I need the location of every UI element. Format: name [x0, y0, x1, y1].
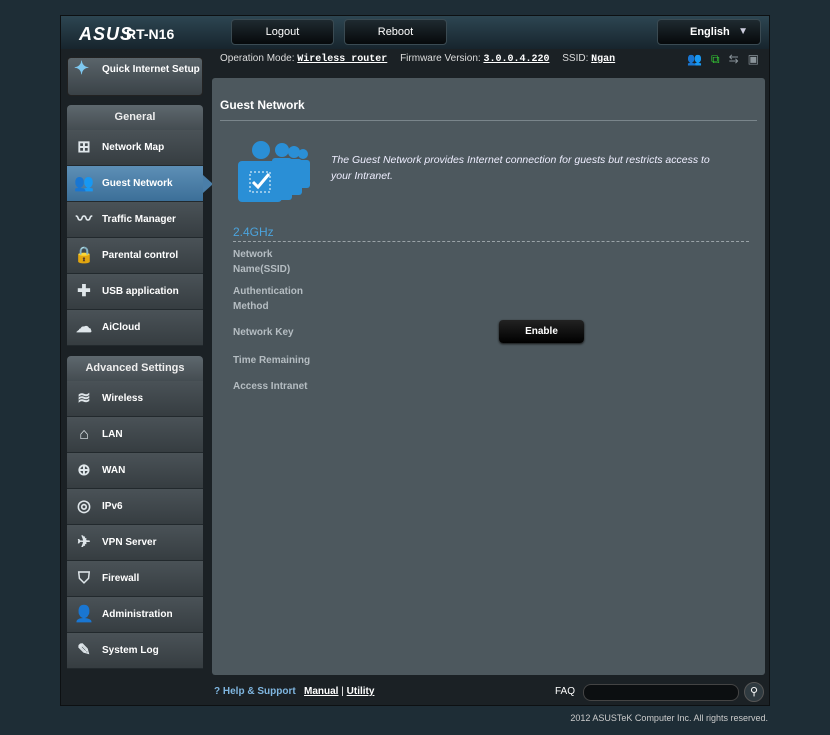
router-window: ASUS RT-N16 Logout Reboot English ▼ Opera… — [60, 15, 770, 706]
sidebar-item-administration[interactable]: 👤 Administration — [67, 597, 203, 633]
sidebar-item-lan[interactable]: ⌂ LAN — [67, 417, 203, 453]
label-auth: Authentication Method — [233, 286, 303, 312]
footer-links: ? Help & Support Manual | Utility — [214, 686, 374, 697]
logout-button[interactable]: Logout — [231, 19, 334, 45]
label-network-key: Network Key — [233, 327, 294, 338]
separator: | — [341, 686, 344, 697]
sidebar-item-firewall[interactable]: ⛉ Firewall — [67, 561, 203, 597]
sidebar-item-network-map[interactable]: ⊞ Network Map — [67, 130, 203, 166]
shield-icon: ⛉ — [77, 570, 90, 587]
label-time-remaining: Time Remaining — [233, 355, 311, 366]
item-label: Parental control — [102, 250, 179, 261]
label-access-intranet: Access Intranet — [233, 381, 308, 392]
item-label: Administration — [102, 609, 173, 620]
log-icon: ✎ — [77, 642, 91, 659]
language-select[interactable]: English ▼ — [657, 19, 761, 45]
firmware-link[interactable]: 3.0.0.4.220 — [483, 54, 549, 65]
sidebar-item-ipv6[interactable]: ◎ IPv6 — [67, 489, 203, 525]
sidebar-item-guest-network[interactable]: 👥 Guest Network — [67, 166, 213, 202]
globe-icon: ⊕ — [77, 462, 91, 479]
model-name: RT-N16 — [126, 26, 175, 42]
home-icon: ⌂ — [79, 426, 89, 443]
enable-button[interactable]: Enable — [499, 320, 584, 343]
item-label: Guest Network — [102, 178, 173, 189]
general-header: General — [67, 105, 203, 130]
manual-link[interactable]: Manual — [304, 686, 338, 697]
item-label: USB application — [102, 286, 179, 297]
ssid-link[interactable]: Ngan — [591, 54, 615, 65]
sidebar-item-vpn-server[interactable]: ✈ VPN Server — [67, 525, 203, 561]
wifi-icon: ≋ — [77, 390, 91, 407]
op-mode-link[interactable]: Wireless router — [297, 54, 387, 65]
op-mode-label: Operation Mode: — [220, 53, 295, 64]
guest-network-icon: 👥 — [74, 175, 94, 192]
top-bar: ASUS RT-N16 Logout Reboot English ▼ — [61, 16, 769, 49]
band-divider — [233, 241, 749, 242]
sidebar-item-wireless[interactable]: ≋ Wireless — [67, 381, 203, 417]
item-label: System Log — [102, 645, 159, 656]
clients-icon[interactable]: 👥 — [687, 52, 702, 67]
sidebar-item-parental-control[interactable]: 🔒 Parental control — [67, 238, 203, 274]
item-label: Network Map — [102, 142, 165, 153]
chevron-down-icon: ▼ — [738, 26, 748, 37]
asus-logo: ASUS — [79, 24, 134, 44]
sidebar-item-system-log[interactable]: ✎ System Log — [67, 633, 203, 669]
help-support-link[interactable]: Help & Support — [223, 686, 296, 697]
firmware-label: Firmware Version: — [400, 53, 481, 64]
quick-internet-setup-button[interactable]: ✦ Quick Internet Setup — [67, 57, 203, 96]
main-panel: Guest Network The Guest Network provides… — [212, 78, 765, 675]
sidebar-item-traffic-manager[interactable]: 〰 Traffic Manager — [67, 202, 203, 238]
language-value: English — [690, 26, 730, 38]
faq-search-input[interactable] — [583, 684, 739, 701]
sidebar-item-aicloud[interactable]: ☁ AiCloud — [67, 310, 203, 346]
ipv6-icon: ◎ — [77, 498, 91, 515]
search-icon[interactable]: ⚲ — [744, 682, 764, 702]
general-menu: General ⊞ Network Map 👥 Guest Network 〰 Tra… — [67, 105, 213, 346]
item-label: AiCloud — [102, 322, 141, 333]
description: The Guest Network provides Internet conn… — [331, 154, 710, 182]
item-label: IPv6 — [102, 501, 123, 512]
title-divider — [220, 120, 757, 121]
sidebar-item-wan[interactable]: ⊕ WAN — [67, 453, 203, 489]
usb-icon[interactable]: ⇆ — [729, 52, 739, 67]
advanced-menu: Advanced Settings ≋ Wireless ⌂ LAN ⊕ WAN ◎ I… — [67, 356, 203, 669]
label-ssid: Network Name(SSID) — [233, 249, 291, 275]
cloud-icon: ☁ — [76, 319, 92, 336]
lock-icon: 🔒 — [74, 247, 94, 264]
advanced-header: Advanced Settings — [67, 356, 203, 381]
network-map-icon: ⊞ — [77, 139, 91, 156]
guest-users-icon — [238, 141, 310, 202]
sidebar-item-usb-application[interactable]: ✚ USB application — [67, 274, 203, 310]
status-icons: 👥 ⧉ ⇆ ▣ — [687, 52, 759, 67]
copyright: 2012 ASUSTeK Computer Inc. All rights re… — [570, 713, 768, 723]
page-title: Guest Network — [220, 98, 305, 112]
faq-label: FAQ — [555, 686, 576, 697]
band-title: 2.4GHz — [233, 225, 274, 239]
traffic-icon: 〰 — [75, 211, 92, 228]
item-label: Firewall — [102, 573, 140, 584]
user-icon: 👤 — [74, 606, 94, 623]
item-label: VPN Server — [102, 537, 157, 548]
qis-label: Quick Internet Setup — [102, 64, 200, 75]
item-label: WAN — [102, 465, 126, 476]
item-label: LAN — [102, 429, 123, 440]
puzzle-icon: ✚ — [77, 283, 91, 300]
magic-wand-icon: ✦ — [74, 58, 90, 78]
help-icon: ? — [214, 686, 221, 697]
item-label: Wireless — [102, 393, 144, 404]
vpn-icon: ✈ — [77, 534, 91, 551]
utility-link[interactable]: Utility — [347, 686, 375, 697]
status-line: Operation Mode: Wireless router Firmware… — [220, 53, 625, 65]
reboot-button[interactable]: Reboot — [344, 19, 447, 45]
ssid-label: SSID: — [562, 53, 589, 64]
item-label: Traffic Manager — [102, 214, 176, 225]
printer-icon[interactable]: ▣ — [748, 52, 759, 67]
internet-status-icon[interactable]: ⧉ — [711, 52, 720, 67]
